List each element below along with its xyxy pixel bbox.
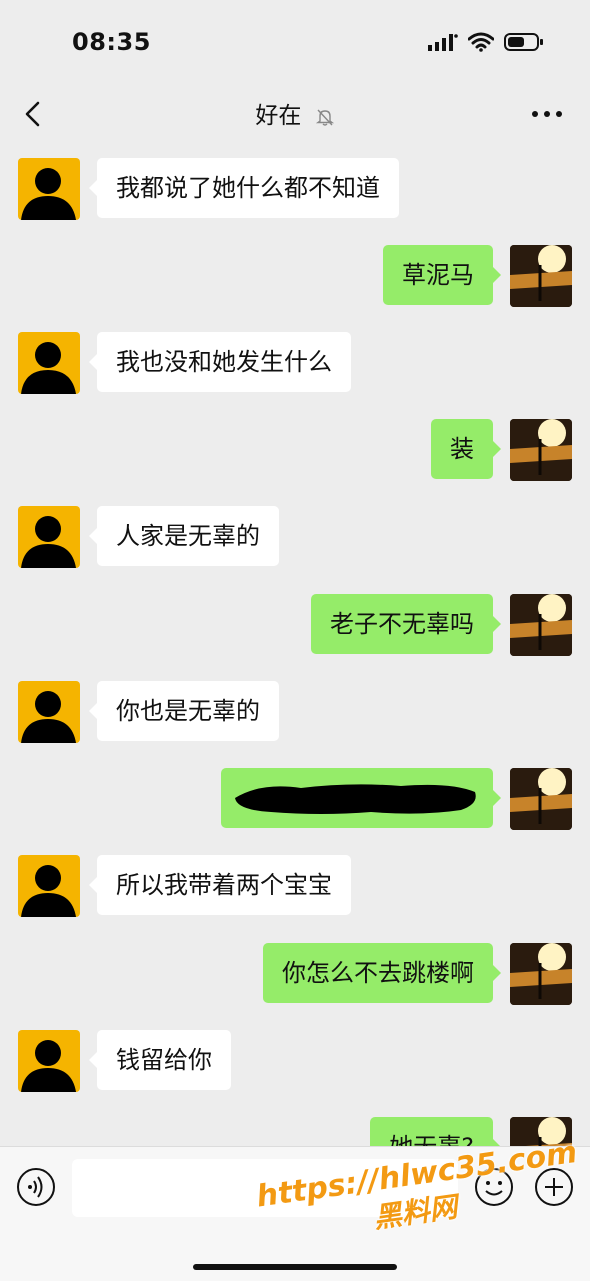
my-avatar[interactable] [510, 594, 572, 656]
message-incoming: 所以我带着两个宝宝 [0, 855, 590, 925]
message-bubble[interactable]: 你也是无辜的 [89, 681, 279, 741]
message-bubble[interactable]: 她无辜? [370, 1117, 501, 1146]
message-bubble[interactable]: 所以我带着两个宝宝 [89, 855, 351, 915]
chat-title: 好在 [255, 103, 302, 129]
contact-avatar[interactable] [18, 332, 80, 394]
message-incoming: 我也没和她发生什么 [0, 332, 590, 402]
message-bubble[interactable]: 人家是无辜的 [89, 506, 279, 566]
chat-header: 好在 [0, 86, 590, 144]
my-avatar[interactable] [510, 419, 572, 481]
message-bubble-redacted[interactable] [221, 768, 501, 828]
message-bubble[interactable]: 我也没和她发生什么 [89, 332, 351, 392]
message-list: 我都说了她什么都不知道 草泥马 我也没和她发生什么 装 人家是无辜的 老子不无辜… [0, 146, 590, 1146]
message-incoming: 钱留给你 [0, 1030, 590, 1100]
home-indicator [193, 1264, 397, 1270]
message-outgoing: 装 [0, 419, 590, 489]
message-outgoing: 老子不无辜吗 [0, 594, 590, 664]
battery-icon [504, 33, 543, 51]
message-bubble[interactable]: 装 [431, 419, 501, 479]
contact-avatar[interactable] [18, 681, 80, 743]
voice-icon[interactable] [16, 1167, 56, 1207]
wifi-icon [468, 32, 494, 52]
message-outgoing: 你怎么不去跳楼啊 [0, 943, 590, 1013]
bell-off-icon [315, 109, 334, 126]
message-bubble[interactable]: 我都说了她什么都不知道 [89, 158, 399, 218]
message-bubble[interactable]: 你怎么不去跳楼啊 [263, 943, 501, 1003]
message-incoming: 人家是无辜的 [0, 506, 590, 576]
message-bubble[interactable]: 草泥马 [383, 245, 501, 305]
contact-avatar[interactable] [18, 506, 80, 568]
message-bubble[interactable]: 钱留给你 [89, 1030, 231, 1090]
redaction-scribble [235, 784, 476, 814]
my-avatar[interactable] [510, 245, 572, 307]
contact-avatar[interactable] [18, 1030, 80, 1092]
message-outgoing [0, 768, 590, 838]
contact-avatar[interactable] [18, 855, 80, 917]
message-outgoing: 草泥马 [0, 245, 590, 315]
contact-avatar[interactable] [18, 158, 80, 220]
message-incoming: 你也是无辜的 [0, 681, 590, 751]
my-avatar[interactable] [510, 943, 572, 1005]
message-incoming: 我都说了她什么都不知道 [0, 158, 590, 228]
status-time: 08:35 [72, 28, 151, 56]
message-outgoing: 她无辜? [0, 1117, 590, 1146]
my-avatar[interactable] [510, 768, 572, 830]
signal-icon [428, 34, 458, 51]
more-dots-icon[interactable] [532, 111, 562, 117]
message-bubble[interactable]: 老子不无辜吗 [311, 594, 501, 654]
status-bar: 08:35 [0, 0, 590, 86]
